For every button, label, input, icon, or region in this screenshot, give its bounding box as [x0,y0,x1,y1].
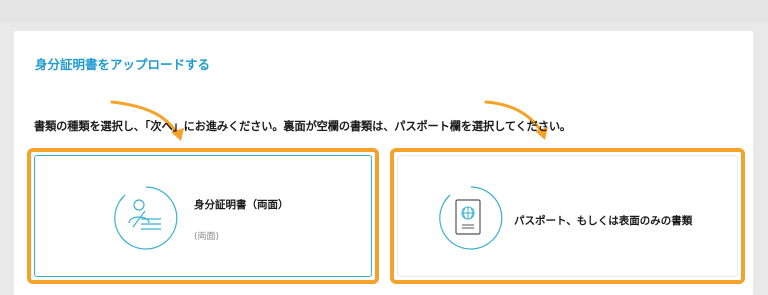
option-id-card[interactable]: 身分証明書（両面） (両面) [27,148,379,284]
id-card-icon [111,183,181,253]
option-id-card-sublabel: (両面) [194,232,220,242]
option-id-card-frame: 身分証明書（両面） (両面) [34,155,372,277]
page-title: 身分証明書をアップロードする [35,57,211,72]
option-passport[interactable]: パスポート、もしくは表面のみの書類 [390,148,745,284]
option-passport-frame: パスポート、もしくは表面のみの書類 [397,155,738,277]
top-bar [0,0,768,22]
option-id-card-label: 身分証明書（両面） [194,199,289,211]
option-passport-label: パスポート、もしくは表面のみの書類 [514,215,693,227]
passport-icon [436,183,506,253]
instruction-text: 書類の種類を選択し、「次へ」にお進みください。裏面が空欄の書類は、パスポート欄を… [34,120,572,133]
